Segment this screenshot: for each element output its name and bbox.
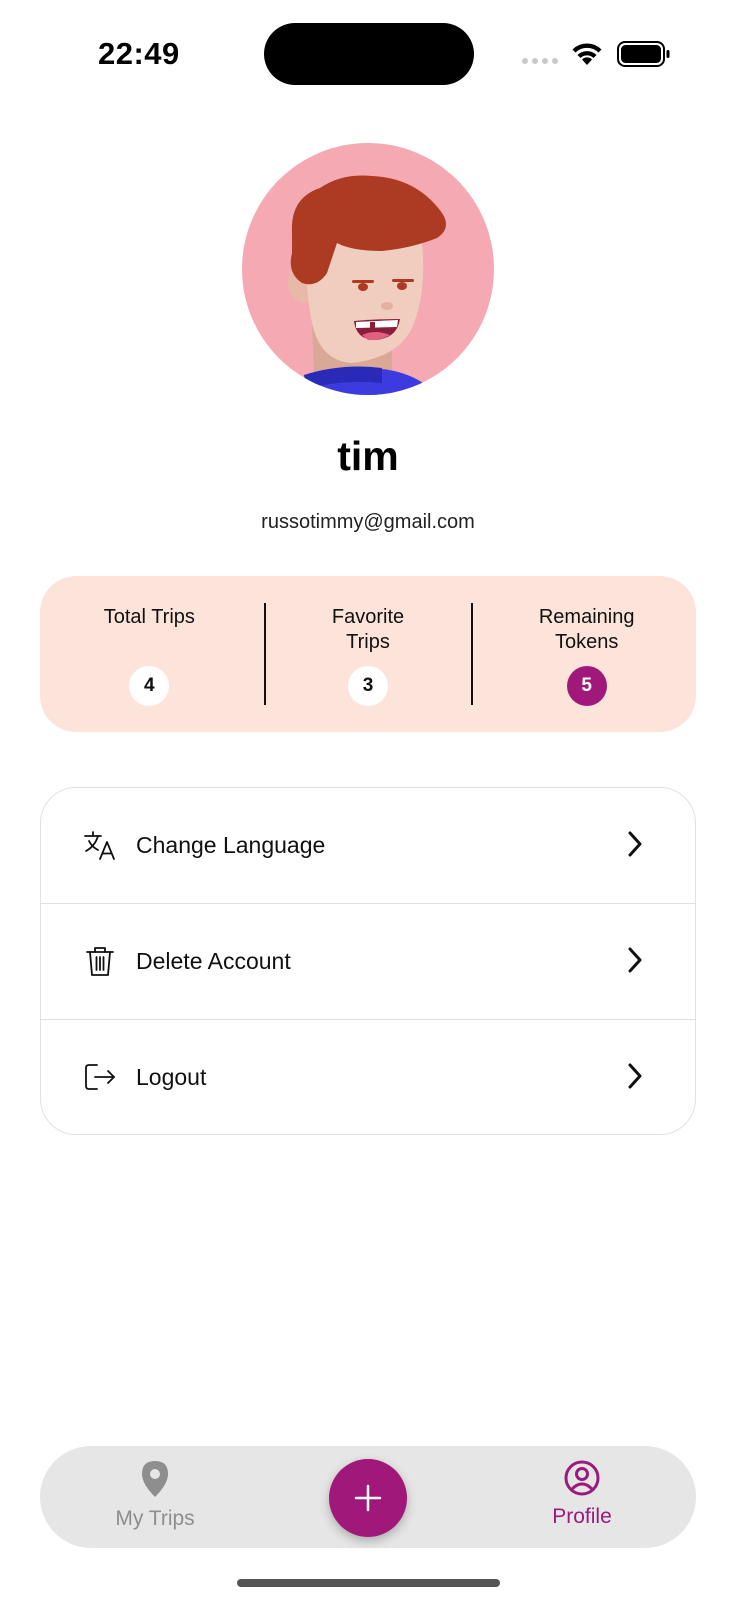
user-circle-icon (564, 1460, 600, 1496)
menu-item-label: Logout (136, 1064, 207, 1090)
nav-my-trips[interactable]: My Trips (110, 1460, 200, 1531)
stat-value-badge: 5 (566, 666, 607, 706)
stat-remaining-tokens: Remaining Tokens 5 (477, 576, 696, 732)
menu-item-label: Delete Account (136, 948, 291, 974)
add-trip-button[interactable] (329, 1459, 407, 1537)
cellular-signal-icon (522, 58, 558, 64)
stats-card: Total Trips 4 Favorite Trips 3 Remaining… (40, 576, 696, 732)
menu-item-change-language[interactable]: Change Language (41, 788, 695, 904)
stat-label: Favorite Trips (331, 606, 405, 653)
menu-item-label: Change Language (136, 832, 326, 858)
translate-icon (84, 831, 115, 860)
plus-icon (354, 1484, 382, 1512)
wifi-icon (572, 43, 602, 65)
dynamic-island (264, 23, 474, 85)
stat-value-badge: 4 (129, 666, 170, 706)
menu-item-delete-account[interactable]: Delete Account (41, 904, 695, 1020)
settings-menu: Change Language Delete Account Logout (40, 787, 696, 1135)
chevron-right-icon (628, 831, 642, 857)
logout-icon (85, 1064, 115, 1090)
stat-value-badge: 3 (348, 666, 388, 706)
battery-icon (617, 41, 670, 67)
profile-name: tim (337, 433, 399, 479)
chevron-right-icon (628, 1063, 642, 1089)
avatar (242, 143, 494, 395)
stat-divider (264, 603, 266, 705)
stat-total-trips: Total Trips 4 (40, 576, 259, 732)
stat-label: Total Trips (103, 606, 195, 628)
stat-label: Remaining Tokens (538, 606, 635, 653)
nav-profile[interactable]: Profile (542, 1460, 622, 1529)
stat-favorite-trips: Favorite Trips 3 (259, 576, 478, 732)
profile-email: russotimmy@gmail.com (261, 511, 475, 533)
stat-divider (471, 603, 473, 705)
map-pin-icon (142, 1461, 168, 1497)
nav-label: My Trips (115, 1507, 195, 1530)
trash-icon (86, 947, 114, 976)
menu-item-logout[interactable]: Logout (41, 1020, 695, 1134)
status-time: 22:49 (98, 36, 180, 71)
chevron-right-icon (628, 947, 642, 973)
home-indicator (237, 1579, 500, 1587)
nav-label: Profile (552, 1505, 612, 1528)
